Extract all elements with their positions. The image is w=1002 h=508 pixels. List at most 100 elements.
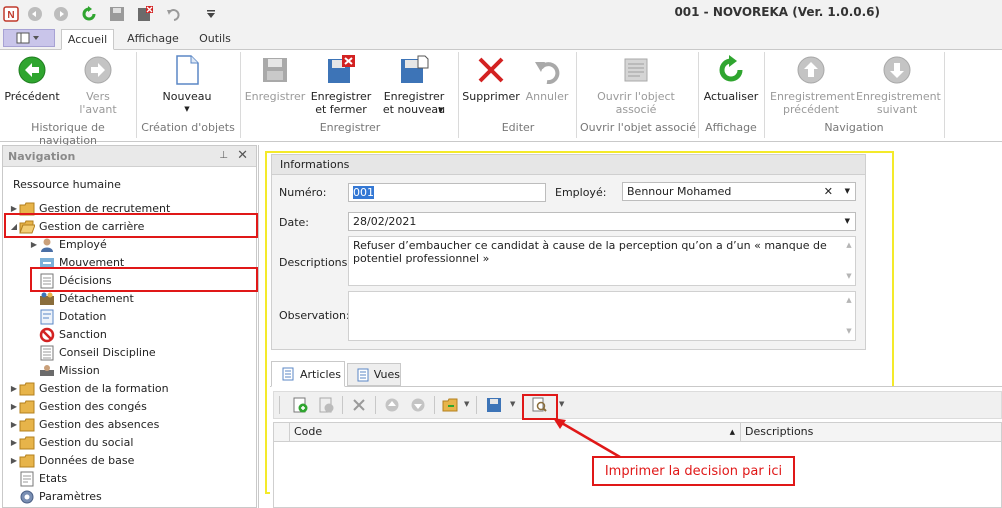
tree-item-sanction[interactable]: Sanction bbox=[39, 326, 107, 344]
tree-item-employe[interactable]: ▶ Employé bbox=[29, 236, 107, 254]
enregistrer-button[interactable]: Enregistrer bbox=[244, 54, 306, 103]
tree-item-gestion-conges[interactable]: ▶ Gestion des congés bbox=[9, 398, 147, 416]
scroll-up-icon[interactable]: ▲ bbox=[843, 239, 855, 252]
enregistrement-suivant-button[interactable]: Enregistrement suivant bbox=[856, 54, 941, 116]
sort-asc-icon[interactable]: ▲ bbox=[730, 423, 735, 441]
up-arrow-icon bbox=[795, 54, 827, 86]
employe-select[interactable]: Bennour Mohamed ✕ ▼ bbox=[622, 182, 856, 201]
tab-accueil[interactable]: Accueil bbox=[61, 29, 114, 50]
date-input[interactable]: 28/02/2021 ▼ bbox=[348, 212, 856, 231]
numero-value: 001 bbox=[353, 186, 374, 199]
descriptions-textarea[interactable]: Refuser d’embaucher ce candidat à cause … bbox=[348, 236, 856, 286]
close-icon[interactable]: ✕ bbox=[237, 148, 248, 163]
supprimer-button[interactable]: Supprimer bbox=[462, 54, 520, 103]
window-title: 001 - NOVOREKA (Ver. 1.0.0.6) bbox=[674, 5, 880, 19]
tree-item-label: Mission bbox=[59, 364, 100, 377]
scrollbar[interactable]: ▲ ▼ bbox=[843, 292, 855, 340]
title-bar: N 001 - NOVOREKA (Ver. 1.0.0.6) bbox=[0, 0, 1002, 28]
expand-arrow-icon[interactable]: ▶ bbox=[9, 416, 19, 434]
tree-item-etats[interactable]: Etats bbox=[19, 470, 67, 488]
employee-icon bbox=[39, 237, 55, 253]
save-layout-icon[interactable] bbox=[486, 397, 502, 413]
ribbon-tab-bar: Accueil Affichage Outils bbox=[0, 28, 1002, 50]
move-up-icon[interactable] bbox=[384, 397, 400, 413]
ouvrir-objet-button[interactable]: Ouvrir l'object associé bbox=[590, 54, 682, 116]
tree-item-mission[interactable]: Mission bbox=[39, 362, 100, 380]
dropdown-arrow-icon[interactable]: ▼ bbox=[845, 183, 850, 200]
tree-item-label: Gestion du social bbox=[39, 436, 134, 449]
tree-item-donnees-base[interactable]: ▶ Données de base bbox=[9, 452, 134, 470]
move-down-icon[interactable] bbox=[410, 397, 426, 413]
detachment-icon bbox=[39, 291, 55, 307]
column-code[interactable]: Code ▲ bbox=[289, 423, 740, 442]
tree-item-parametres[interactable]: Paramètres bbox=[19, 488, 102, 506]
highlight-decisions bbox=[30, 267, 258, 292]
column-descriptions[interactable]: Descriptions bbox=[740, 423, 1002, 442]
toolbar-separator bbox=[476, 396, 477, 414]
navigation-section-title[interactable]: Ressource humaine bbox=[13, 178, 121, 191]
tree-item-label: Gestion des congés bbox=[39, 400, 147, 413]
expand-arrow-icon[interactable]: ▶ bbox=[9, 452, 19, 470]
add-new-icon[interactable] bbox=[292, 397, 308, 413]
group-creation-label: Création d'objets bbox=[141, 121, 235, 134]
tree-item-conseil-discipline[interactable]: Conseil Discipline bbox=[39, 344, 156, 362]
export-icon[interactable] bbox=[442, 397, 458, 413]
nouveau-button[interactable]: Nouveau ▼ bbox=[150, 54, 224, 116]
app-menu-button[interactable] bbox=[3, 29, 55, 47]
tree-item-label: Paramètres bbox=[39, 490, 102, 503]
toolbar-separator bbox=[375, 396, 376, 414]
scroll-down-icon[interactable]: ▼ bbox=[843, 270, 855, 283]
dropdown-arrow-icon[interactable]: ▼ bbox=[510, 400, 515, 408]
enregistrer-fermer-button[interactable]: Enregistrer et fermer bbox=[310, 54, 372, 116]
expand-arrow-icon[interactable]: ▶ bbox=[9, 398, 19, 416]
report-icon bbox=[19, 471, 35, 487]
pin-icon[interactable]: ⊥ bbox=[219, 150, 228, 161]
precedent-button[interactable]: Précédent bbox=[4, 54, 60, 103]
ribbon: Précédent Vers l'avant Historique de nav… bbox=[0, 50, 1002, 147]
enregistrement-precedent-button[interactable]: Enregistrement précédent bbox=[770, 54, 855, 116]
tab-articles-label: Articles bbox=[300, 367, 342, 381]
save-close-icon bbox=[325, 54, 357, 86]
expand-arrow-icon[interactable]: ▶ bbox=[9, 380, 19, 398]
dropdown-arrow-icon[interactable]: ▼ bbox=[438, 106, 443, 114]
tree-item-label: Gestion des absences bbox=[39, 418, 160, 431]
tree-item-label: Gestion de la formation bbox=[39, 382, 169, 395]
expand-arrow-icon[interactable]: ▶ bbox=[9, 434, 19, 452]
delete-icon[interactable] bbox=[351, 397, 367, 413]
annuler-button[interactable]: Annuler bbox=[522, 54, 572, 103]
tree-item-label: Etats bbox=[39, 472, 68, 485]
dropdown-arrow-icon[interactable]: ▼ bbox=[845, 213, 850, 230]
dropdown-arrow-icon[interactable]: ▼ bbox=[559, 400, 564, 408]
employe-label: Employé: bbox=[555, 186, 607, 199]
tree-item-dotation[interactable]: Dotation bbox=[39, 308, 106, 326]
navigation-header: Navigation ⊥ ✕ bbox=[3, 146, 256, 167]
precedent-label: Précédent bbox=[4, 90, 60, 103]
articles-toolbar: ▼ ▼ ▼ bbox=[273, 391, 1002, 419]
observation-textarea[interactable]: ▲ ▼ bbox=[348, 291, 856, 341]
numero-input[interactable]: 001 bbox=[348, 183, 546, 202]
dropdown-arrow-icon[interactable]: ▼ bbox=[464, 400, 469, 408]
group-enregistrer-label: Enregistrer bbox=[319, 121, 381, 134]
scroll-up-icon[interactable]: ▲ bbox=[843, 294, 855, 307]
tab-vues[interactable]: Vues bbox=[347, 363, 401, 386]
tree-item-gestion-absences[interactable]: ▶ Gestion des absences bbox=[9, 416, 159, 434]
scrollbar[interactable]: ▲ ▼ bbox=[843, 237, 855, 285]
enregistrer-fermer-label: Enregistrer et fermer bbox=[310, 90, 372, 116]
tab-outils[interactable]: Outils bbox=[192, 29, 238, 50]
tree-item-gestion-social[interactable]: ▶ Gestion du social bbox=[9, 434, 133, 452]
tree-item-gestion-formation[interactable]: ▶ Gestion de la formation bbox=[9, 380, 169, 398]
vers-avant-label: Vers l'avant bbox=[79, 90, 117, 116]
tree-item-detachement[interactable]: Détachement bbox=[39, 290, 134, 308]
vers-avant-button[interactable]: Vers l'avant bbox=[66, 54, 130, 116]
clear-icon[interactable]: ✕ bbox=[824, 183, 833, 200]
save-new-icon bbox=[398, 54, 430, 86]
group-historique-label: Historique de navigation bbox=[31, 121, 105, 147]
expand-arrow-icon[interactable]: ▶ bbox=[29, 236, 39, 254]
actualiser-button[interactable]: Actualiser bbox=[702, 54, 760, 103]
toolbar-separator bbox=[434, 396, 435, 414]
tab-articles[interactable]: Articles bbox=[271, 361, 345, 387]
informations-group: Informations Numéro: 001 Employé: Bennou… bbox=[271, 154, 866, 350]
link-icon[interactable] bbox=[318, 397, 334, 413]
tab-affichage[interactable]: Affichage bbox=[122, 29, 184, 50]
scroll-down-icon[interactable]: ▼ bbox=[843, 325, 855, 338]
